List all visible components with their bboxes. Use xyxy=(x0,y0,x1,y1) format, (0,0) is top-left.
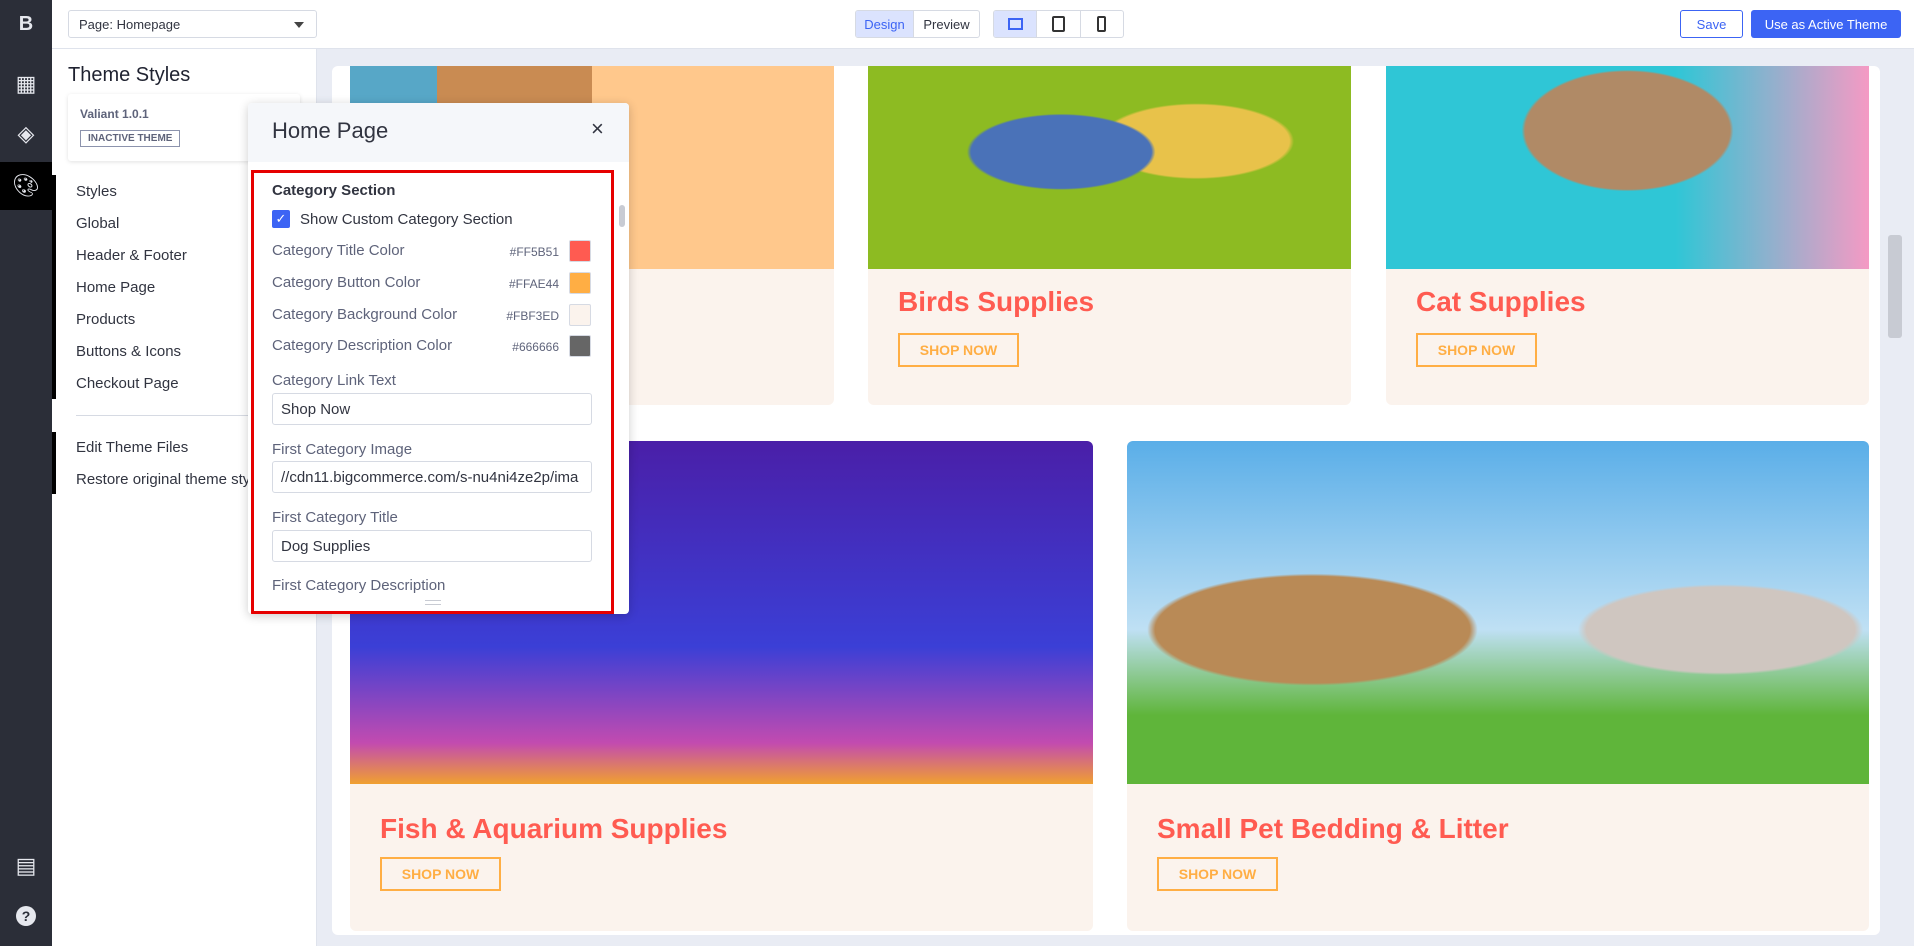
category-card: Birds Supplies SHOP NOW xyxy=(868,66,1351,405)
category-title: Cat Supplies xyxy=(1416,286,1586,317)
dashboard-icon[interactable]: ▦ xyxy=(0,60,52,108)
home-page-panel: Home Page × Category Section ✓ Show Cust… xyxy=(248,103,629,614)
shop-now-button[interactable]: SHOP NOW xyxy=(380,857,501,891)
sidebar-item-edit-theme-files[interactable]: Edit Theme Files xyxy=(76,439,188,456)
tablet-icon[interactable] xyxy=(1037,11,1081,37)
left-rail: B ▦ ◈ 🎨︎ ▤ ? xyxy=(0,0,52,946)
sidebar-item-restore-theme[interactable]: Restore original theme sty xyxy=(76,471,250,488)
sidebar-item-global[interactable]: Global xyxy=(76,215,119,232)
sidebar-item-products[interactable]: Products xyxy=(76,311,135,328)
panel-header: Home Page × xyxy=(248,103,629,162)
help-icon[interactable]: ? xyxy=(0,892,52,940)
sidebar-item-header-footer[interactable]: Header & Footer xyxy=(76,247,187,264)
page-select[interactable]: Page: Homepage xyxy=(68,10,317,38)
panel-scrollbar[interactable] xyxy=(619,205,625,227)
shop-now-button[interactable]: SHOP NOW xyxy=(1157,857,1278,891)
use-as-active-theme-button[interactable]: Use as Active Theme xyxy=(1751,10,1901,38)
sidebar-item-styles[interactable]: Styles xyxy=(76,183,117,200)
close-icon[interactable]: × xyxy=(591,116,604,142)
design-tab[interactable]: Design xyxy=(856,11,914,37)
preview-tab[interactable]: Preview xyxy=(914,11,979,37)
active-indicator xyxy=(52,432,56,494)
cat-image xyxy=(1386,66,1869,269)
theme-name: Valiant 1.0.1 xyxy=(80,107,149,121)
category-title: Fish & Aquarium Supplies xyxy=(380,813,728,844)
bigcommerce-logo-icon[interactable]: B xyxy=(0,0,52,48)
device-toggle xyxy=(993,10,1124,38)
category-card: Small Pet Bedding & Litter SHOP NOW xyxy=(1127,441,1869,931)
layers-icon[interactable]: ◈ xyxy=(0,110,52,158)
shop-now-button[interactable]: SHOP NOW xyxy=(1416,333,1537,367)
category-title: Small Pet Bedding & Litter xyxy=(1157,813,1509,844)
active-indicator xyxy=(52,175,56,399)
status-badge: INACTIVE THEME xyxy=(80,130,181,147)
sidebar-item-home-page[interactable]: Home Page xyxy=(76,279,155,296)
category-title: Birds Supplies xyxy=(898,286,1095,317)
storefront-icon[interactable]: ▤ xyxy=(0,842,52,890)
mobile-icon[interactable] xyxy=(1081,11,1123,37)
sidebar-item-checkout-page[interactable]: Checkout Page xyxy=(76,375,179,392)
category-card: Cat Supplies SHOP NOW xyxy=(1386,66,1869,405)
page-select-value: Page: Homepage xyxy=(79,17,181,32)
chevron-down-icon xyxy=(294,22,304,28)
shop-now-button[interactable]: SHOP NOW xyxy=(898,333,1019,367)
sidebar-item-buttons-icons[interactable]: Buttons & Icons xyxy=(76,343,181,360)
mode-toggle: Design Preview xyxy=(855,10,980,38)
desktop-icon[interactable] xyxy=(994,11,1038,37)
scrollbar[interactable] xyxy=(1888,235,1902,338)
save-button[interactable]: Save xyxy=(1680,10,1743,38)
highlight-box xyxy=(251,170,614,614)
panel-title: Home Page xyxy=(272,118,389,143)
birds-image xyxy=(868,66,1351,269)
palette-icon[interactable]: 🎨︎ xyxy=(0,162,52,210)
sidebar-title: Theme Styles xyxy=(68,64,191,86)
top-bar: Page: Homepage Design Preview Save Use a… xyxy=(52,0,1914,49)
rabbits-image xyxy=(1127,441,1869,784)
